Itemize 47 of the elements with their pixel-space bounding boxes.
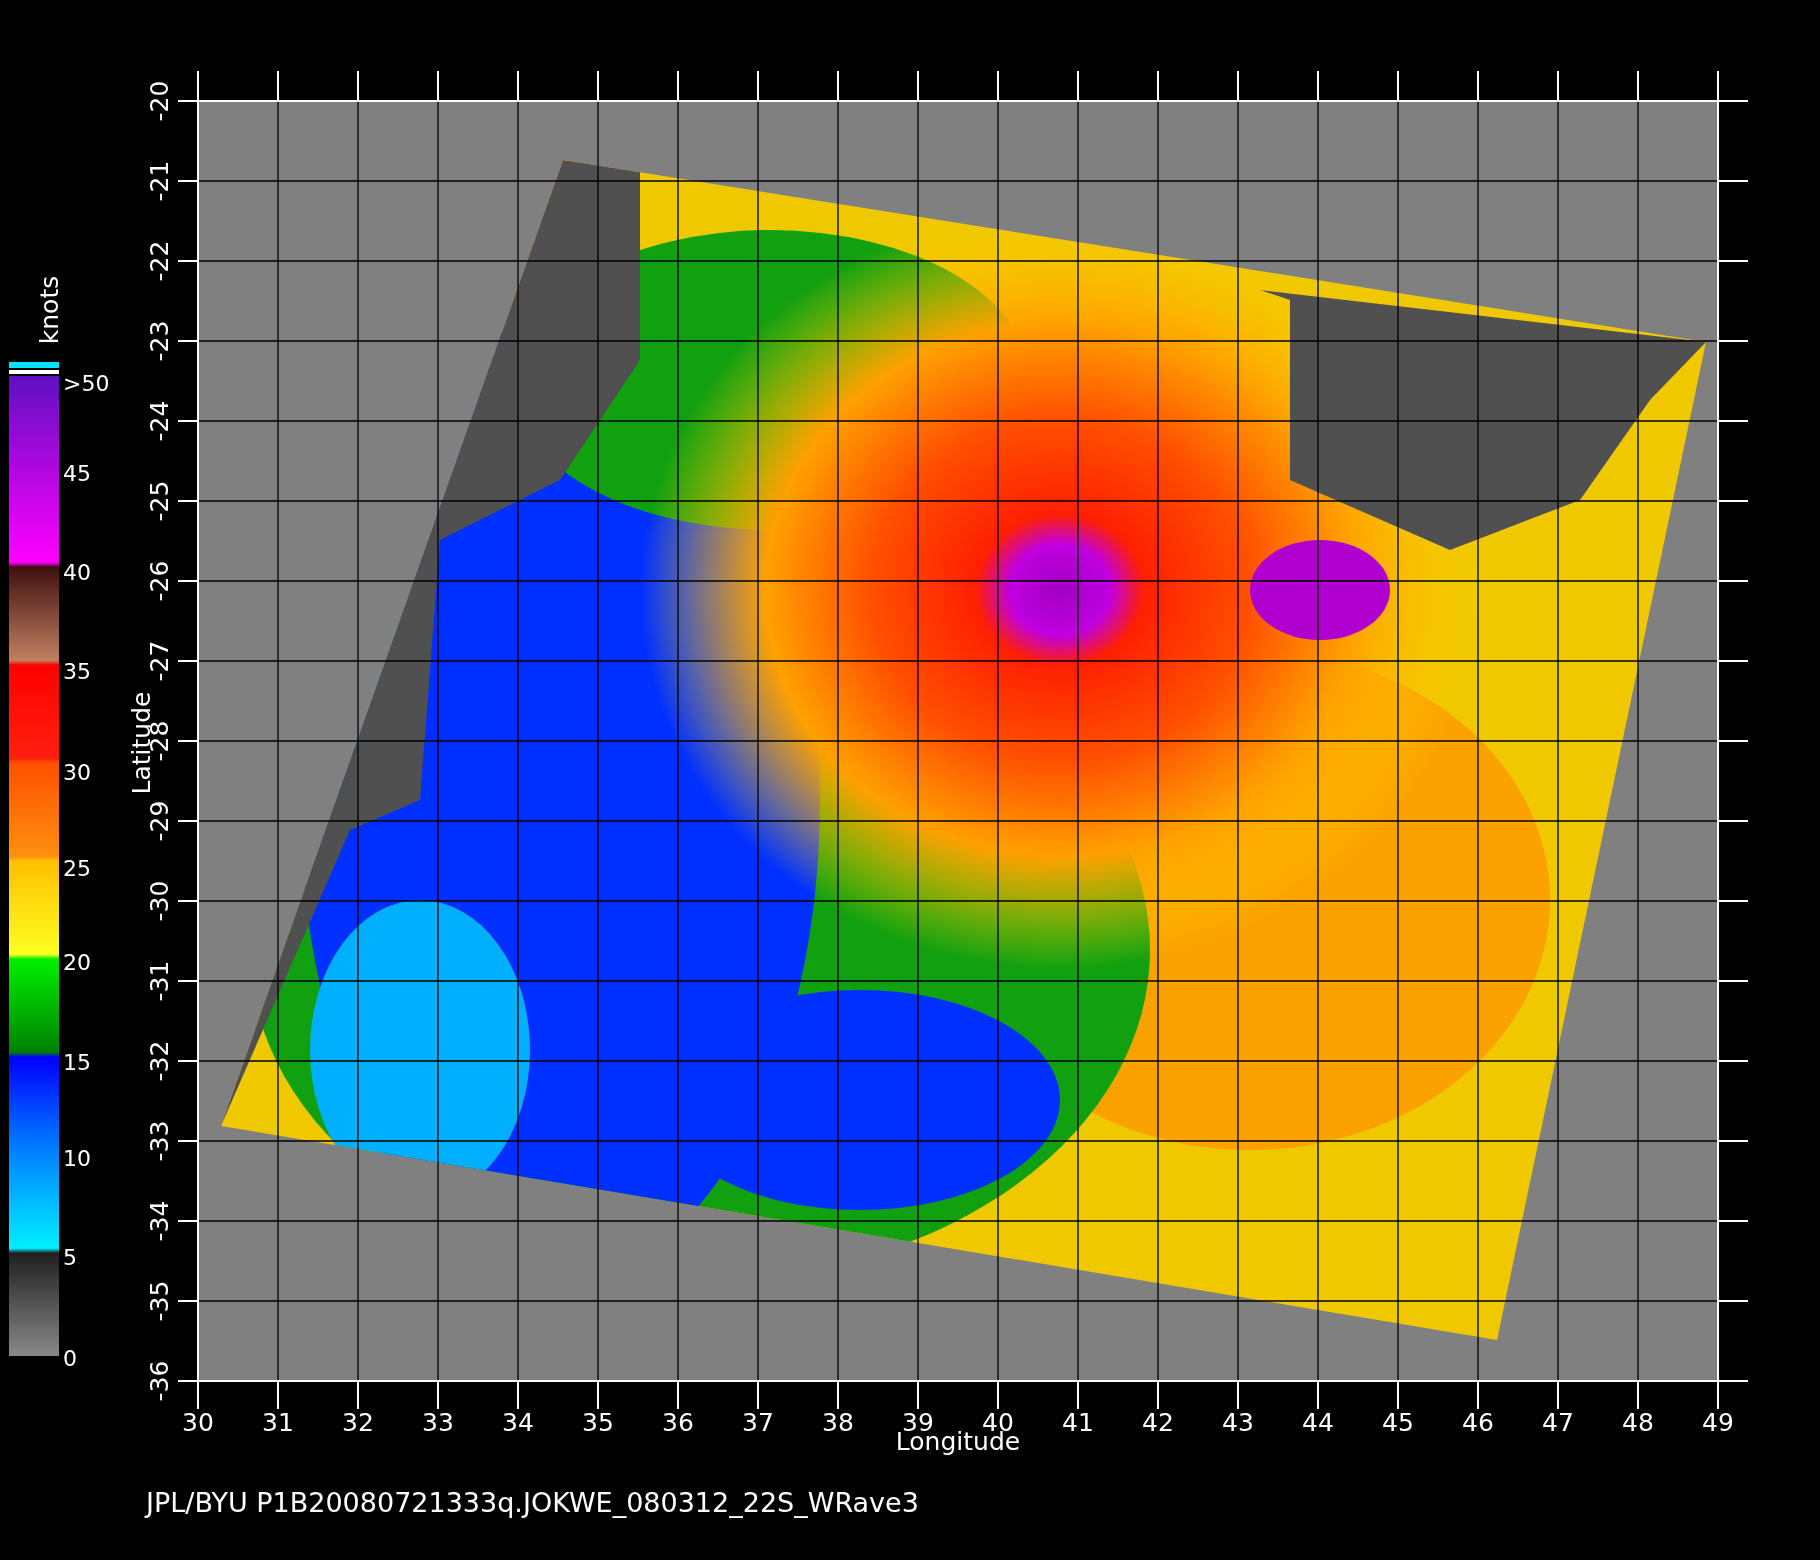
longitude-tick-label: 32 xyxy=(342,1408,374,1437)
colorbar-tick-label: 45 xyxy=(63,461,91,486)
colorbar-tick-label: 40 xyxy=(63,560,91,585)
longitude-tick-label: 43 xyxy=(1222,1408,1254,1437)
colorbar-tick-label: 10 xyxy=(63,1146,91,1171)
latitude-tick-label: -22 xyxy=(145,240,174,282)
longitude-tick-label: 38 xyxy=(822,1408,854,1437)
latitude-tick-label: -35 xyxy=(145,1280,174,1322)
latitude-tick-label: -27 xyxy=(145,640,174,682)
longitude-tick-label: 31 xyxy=(262,1408,294,1437)
colorbar-tick-label: 20 xyxy=(63,950,91,975)
latitude-tick-label: -36 xyxy=(145,1360,174,1402)
latitude-tick-label: -23 xyxy=(145,320,174,362)
colorbar-tick-label: 35 xyxy=(63,659,91,684)
longitude-tick-label: 35 xyxy=(582,1408,614,1437)
footer-caption: JPL/BYU P1B20080721333q.JOKWE_080312_22S_WRave3 xyxy=(146,1487,919,1518)
longitude-tick-label: 45 xyxy=(1382,1408,1414,1437)
latitude-tick-label: -20 xyxy=(145,80,174,122)
latitude-tick-label: -24 xyxy=(145,400,174,442)
longitude-tick-label: 48 xyxy=(1622,1408,1654,1437)
latitude-tick-label: -21 xyxy=(145,160,174,202)
colorbar-tick-label: >50 xyxy=(63,371,110,396)
latitude-tick-label: -33 xyxy=(145,1120,174,1162)
colorbar-tick-label: 25 xyxy=(63,856,91,881)
latitude-tick-label: -30 xyxy=(145,880,174,922)
latitude-tick-label: -32 xyxy=(145,1040,174,1082)
colorbar-tick-label: 0 xyxy=(63,1346,77,1371)
longitude-tick-label: 42 xyxy=(1142,1408,1174,1437)
longitude-tick-label: 36 xyxy=(662,1408,694,1437)
longitude-tick-label: 33 xyxy=(422,1408,454,1437)
latitude-tick-label: -29 xyxy=(145,800,174,842)
colorbar-tick-label: 30 xyxy=(63,760,91,785)
colorbar-tick-label: 5 xyxy=(63,1245,77,1270)
colorbar-unit-label: knots xyxy=(35,275,64,345)
latitude-tick-label: -34 xyxy=(145,1200,174,1242)
longitude-tick-label: 49 xyxy=(1702,1408,1734,1437)
longitude-tick-label: 44 xyxy=(1302,1408,1334,1437)
longitude-tick-label: 37 xyxy=(742,1408,774,1437)
longitude-tick-label: 47 xyxy=(1542,1408,1574,1437)
latitude-tick-label: -25 xyxy=(145,480,174,522)
longitude-tick-label: 46 xyxy=(1462,1408,1494,1437)
latitude-tick-label: -26 xyxy=(145,560,174,602)
longitude-tick-label: 41 xyxy=(1062,1408,1094,1437)
longitude-tick-label: 34 xyxy=(502,1408,534,1437)
latitude-tick-label: -31 xyxy=(145,960,174,1002)
longitude-tick-label: 30 xyxy=(182,1408,214,1437)
colorbar-tick-label: 15 xyxy=(63,1050,91,1075)
